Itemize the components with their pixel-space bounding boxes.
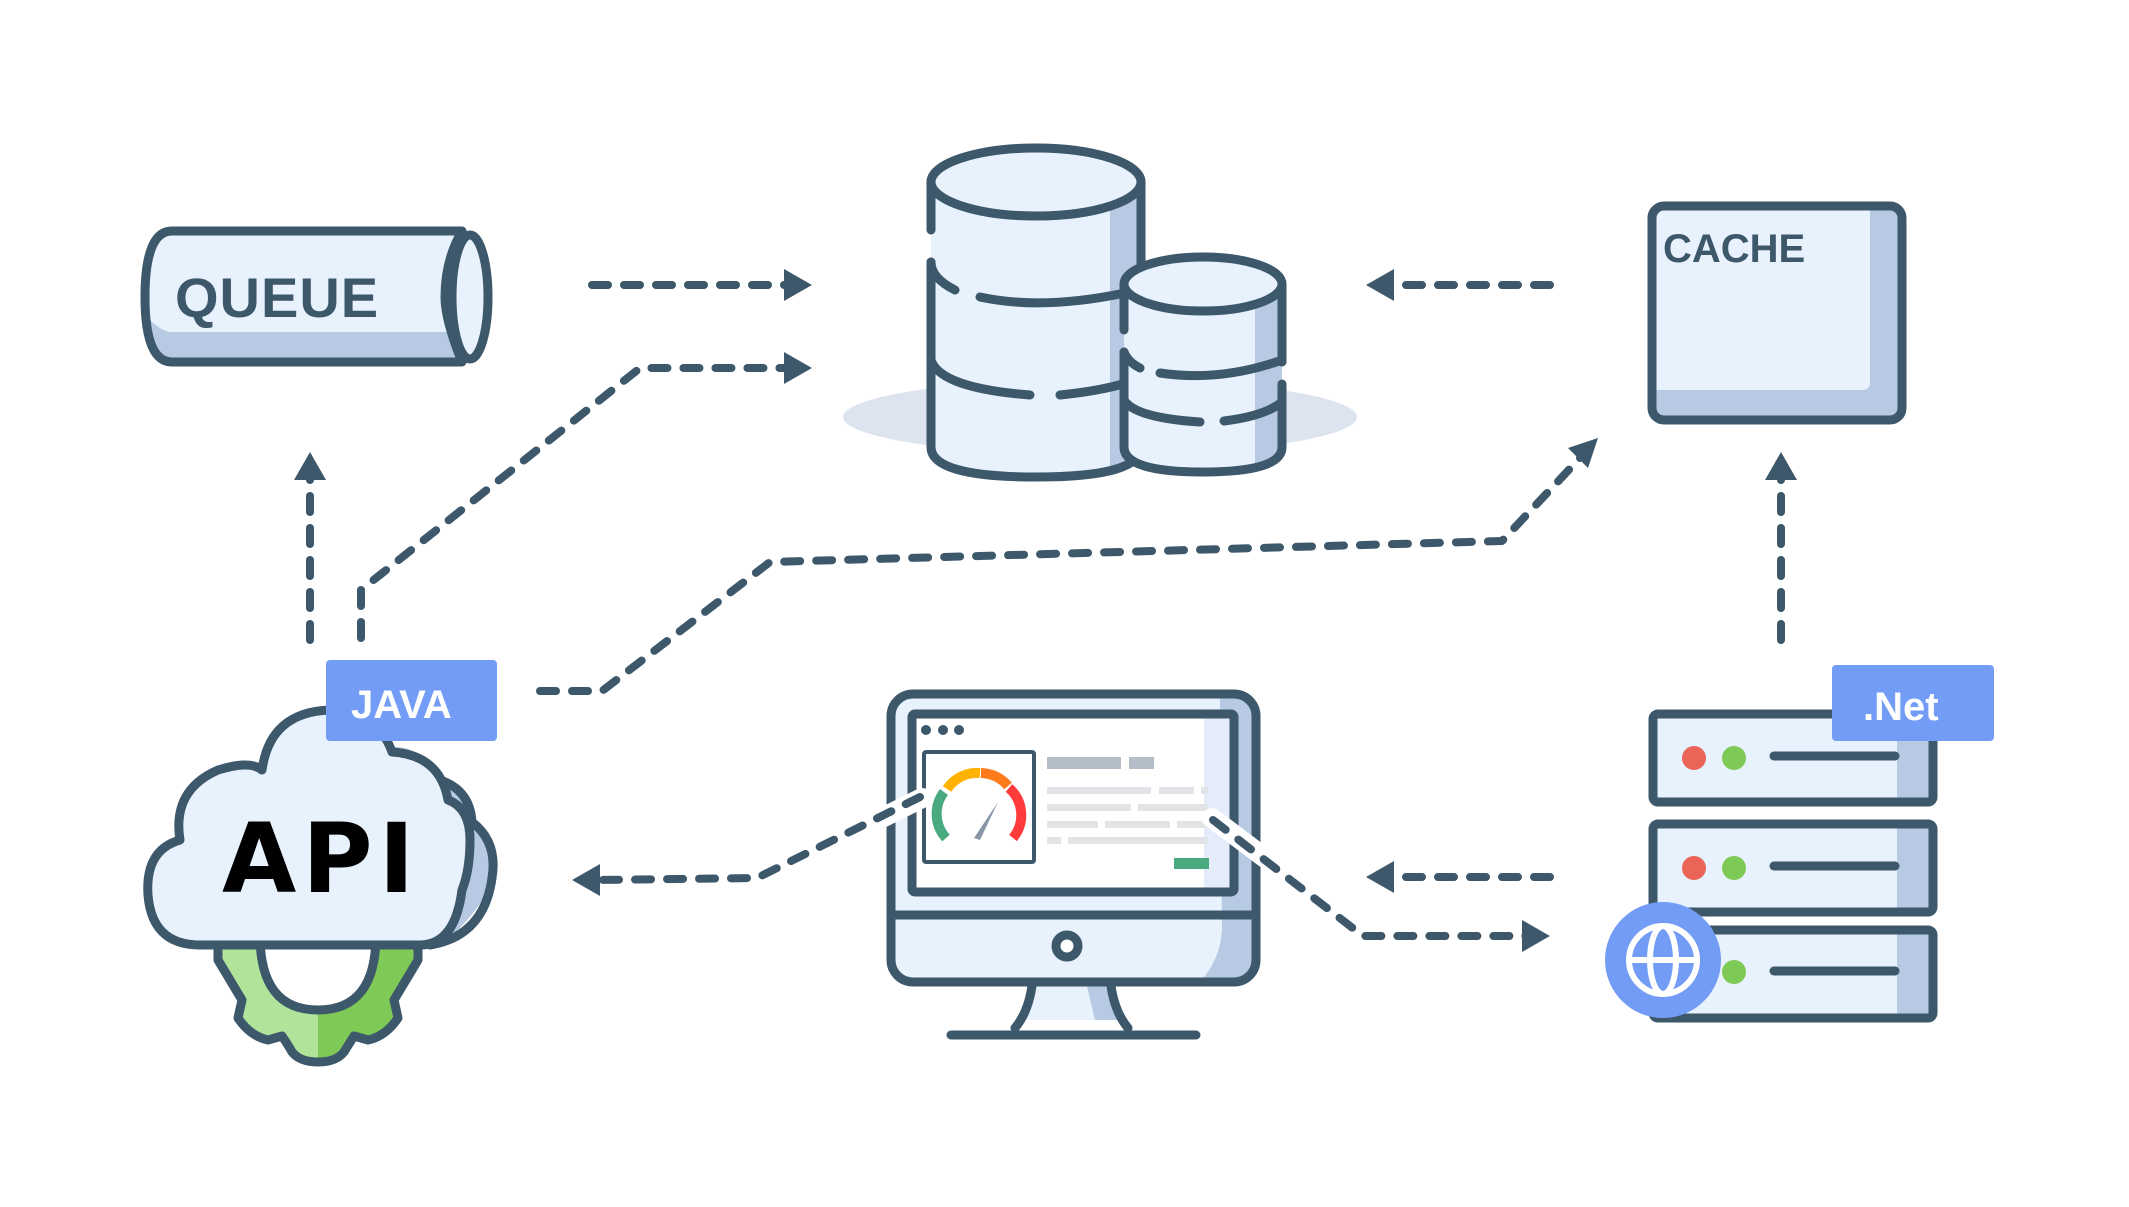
- edge-api-to-queue: [294, 452, 326, 644]
- edge-server-to-monitor: [1366, 861, 1554, 893]
- queue-node[interactable]: QUEUE: [140, 226, 493, 367]
- database-cylinder-large: [926, 143, 1146, 482]
- queue-label: QUEUE: [175, 266, 379, 329]
- server-node[interactable]: .Net: [1605, 665, 1994, 1023]
- database-node[interactable]: [843, 143, 1357, 482]
- java-badge: JAVA: [326, 660, 497, 741]
- api-node[interactable]: API JAVA: [143, 660, 498, 1067]
- monitor-node[interactable]: [886, 689, 1261, 1040]
- gear-icon: [213, 930, 423, 1067]
- database-cylinder-small: [1119, 252, 1287, 477]
- edge-cache-to-database: [1366, 269, 1554, 301]
- window-dots: [921, 725, 964, 735]
- edge-api-to-database: [357, 352, 812, 642]
- dotnet-badge: .Net: [1832, 665, 1994, 741]
- globe-icon: [1605, 902, 1721, 1018]
- gauge-icon: [922, 750, 1036, 864]
- java-badge-label: JAVA: [351, 683, 452, 727]
- screen-action-button: [1174, 858, 1209, 869]
- dotnet-badge-label: .Net: [1863, 685, 1939, 729]
- api-label: API: [222, 803, 420, 915]
- edge-server-to-cache: [1765, 452, 1797, 644]
- edge-queue-to-database: [588, 269, 812, 301]
- cache-label: CACHE: [1663, 227, 1805, 271]
- cache-node[interactable]: CACHE: [1647, 201, 1907, 425]
- edge-monitor-to-api: [572, 788, 932, 896]
- architecture-diagram: QUEUE CACHE API JAVA .Net: [140, 143, 1994, 1067]
- server-unit-2: [1648, 819, 1938, 917]
